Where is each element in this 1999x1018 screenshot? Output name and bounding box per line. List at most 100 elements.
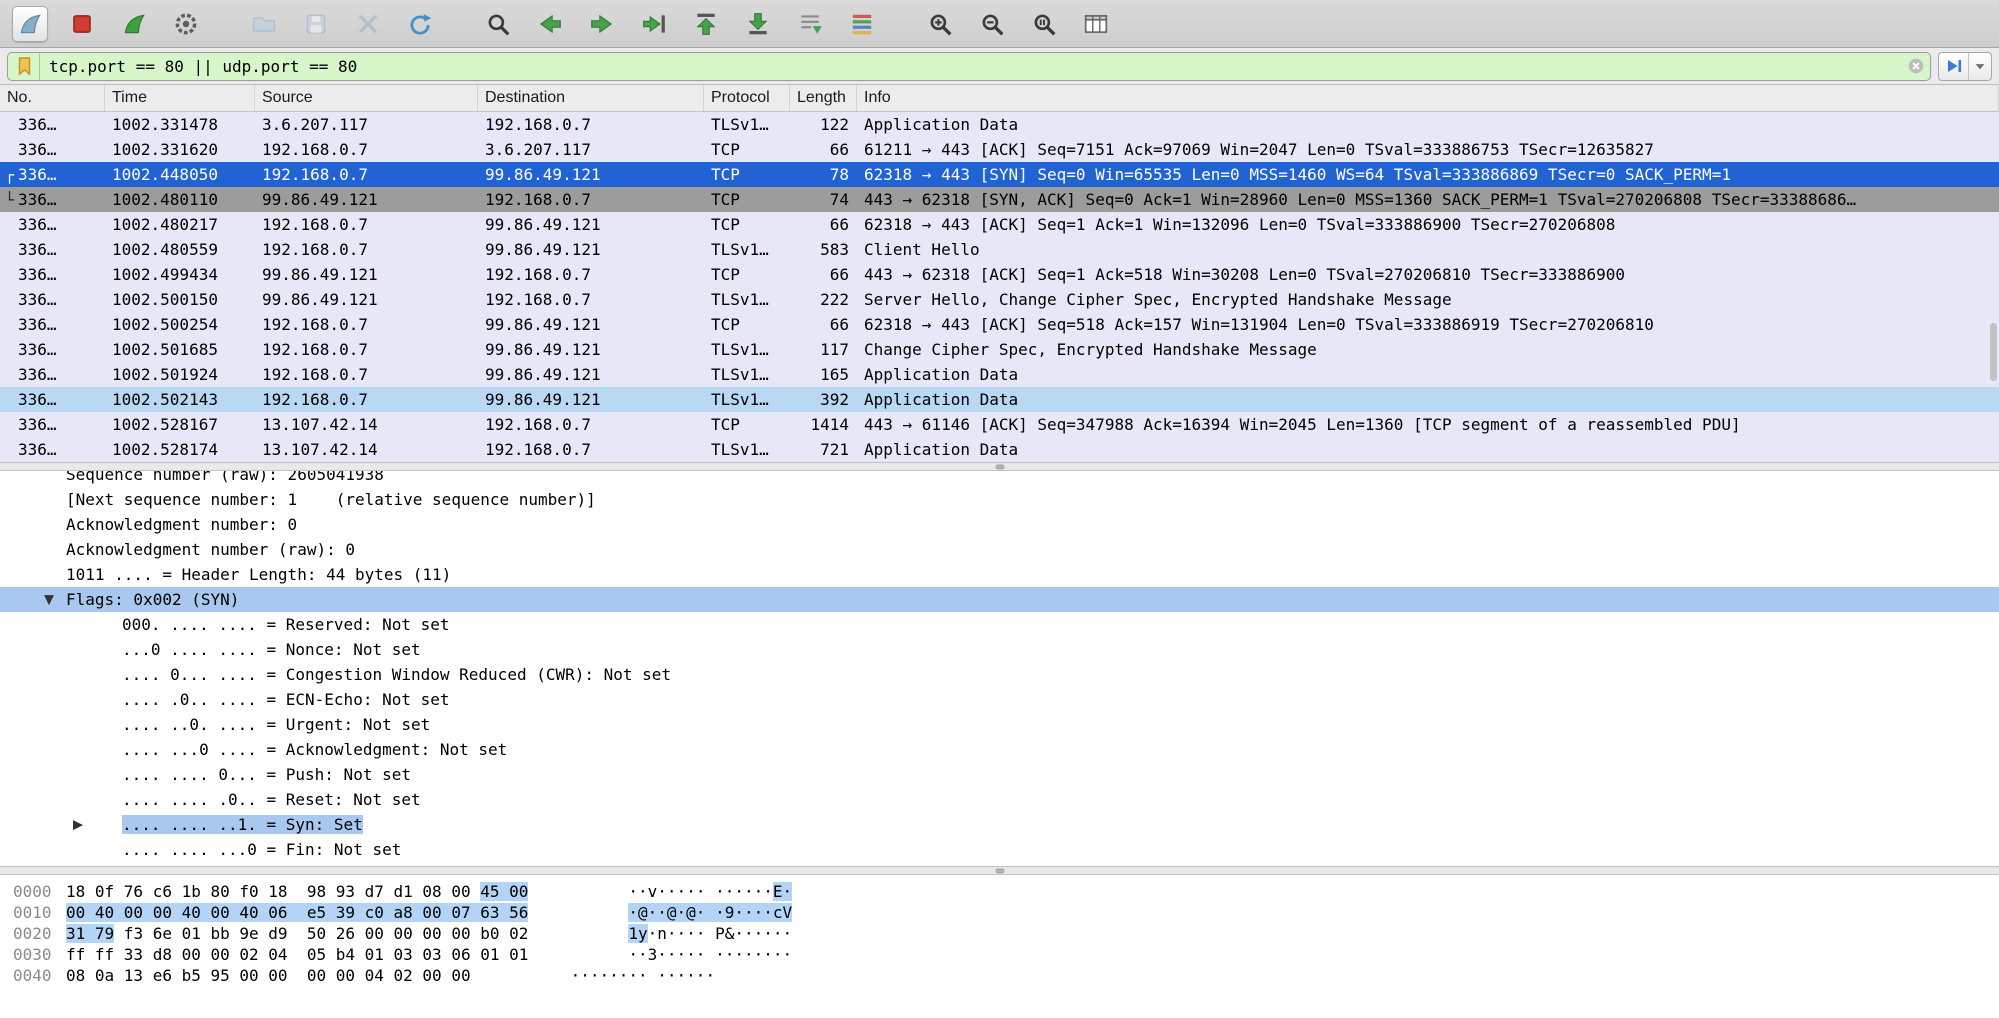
resize-columns-button[interactable] — [1078, 6, 1114, 42]
detail-line[interactable]: Sequence number (raw): 2605041938 — [0, 471, 1999, 487]
packet-list-scrollbar-thumb[interactable] — [1990, 323, 1997, 381]
cell-protocol: TLSv1… — [704, 437, 790, 462]
packet-row[interactable]: 336… 1002.331620 192.168.0.7 3.6.207.117… — [0, 137, 1999, 162]
reload-file-button[interactable] — [402, 6, 438, 42]
packet-row[interactable]: 336… 1002.528167 13.107.42.14 192.168.0.… — [0, 412, 1999, 437]
open-file-button[interactable] — [246, 6, 282, 42]
packet-row[interactable]: 336… 1002.331478 3.6.207.117 192.168.0.7… — [0, 112, 1999, 137]
detail-text: Acknowledgment number: 0 — [66, 515, 297, 534]
filter-clear-button[interactable] — [1902, 53, 1930, 80]
packet-row[interactable]: 336… 1002.502143 192.168.0.7 99.86.49.12… — [0, 387, 1999, 412]
column-header-protocol[interactable]: Protocol — [704, 85, 790, 111]
hex-row[interactable]: 000018 0f 76 c6 1b 80 f0 18 98 93 d7 d1 … — [0, 881, 1999, 902]
chevron-down-icon — [1972, 58, 1988, 74]
hex-row[interactable]: 002031 79 f3 6e 01 bb 9e d9 50 26 00 00 … — [0, 923, 1999, 944]
detail-text: .... .... ...0 = Fin: Not set — [122, 840, 401, 859]
detail-line[interactable]: ▶.... .... ..1. = Syn: Set — [0, 812, 1999, 837]
column-header-destination[interactable]: Destination — [478, 85, 704, 111]
zoom-out-button[interactable] — [974, 6, 1010, 42]
column-header-time[interactable]: Time — [105, 85, 255, 111]
packet-row[interactable]: 336… 1002.500254 192.168.0.7 99.86.49.12… — [0, 312, 1999, 337]
packet-row[interactable]: 336… 1002.480559 192.168.0.7 99.86.49.12… — [0, 237, 1999, 262]
restart-capture-button[interactable] — [116, 6, 152, 42]
details-bytes-splitter[interactable] — [0, 866, 1999, 875]
apply-arrow-icon — [1943, 55, 1965, 77]
go-to-packet-button[interactable] — [636, 6, 672, 42]
detail-line[interactable]: .... .... ...0 = Fin: Not set — [0, 837, 1999, 862]
column-header-no[interactable]: No. — [0, 85, 105, 111]
find-packet-button[interactable] — [480, 6, 516, 42]
hex-offset: 0040 — [0, 966, 66, 985]
cell-info: 443 → 61146 [ACK] Seq=347988 Ack=16394 W… — [857, 412, 1999, 437]
packet-row[interactable]: 336… 1002.501685 192.168.0.7 99.86.49.12… — [0, 337, 1999, 362]
cell-protocol: TCP — [704, 187, 790, 212]
expand-triangle-icon[interactable]: ▶ — [73, 818, 83, 831]
go-to-top-button[interactable] — [688, 6, 724, 42]
packet-row[interactable]: 336… 1002.528174 13.107.42.14 192.168.0.… — [0, 437, 1999, 462]
detail-line[interactable]: ...0 .... .... = Nonce: Not set — [0, 637, 1999, 662]
go-forward-button[interactable] — [584, 6, 620, 42]
column-header-info[interactable]: Info — [857, 85, 1999, 111]
zoom-reset-button[interactable] — [1026, 6, 1062, 42]
stop-capture-button[interactable] — [64, 6, 100, 42]
packet-row[interactable]: 336… 1002.480217 192.168.0.7 99.86.49.12… — [0, 212, 1999, 237]
detail-line[interactable]: .... .... 0... = Push: Not set — [0, 762, 1999, 787]
hex-offset: 0010 — [0, 903, 66, 922]
close-file-button[interactable] — [350, 6, 386, 42]
detail-line[interactable]: .... ...0 .... = Acknowledgment: Not set — [0, 737, 1999, 762]
filter-dropdown-button[interactable] — [1969, 53, 1991, 80]
collapse-triangle-icon[interactable]: ▼ — [44, 593, 54, 606]
detail-line[interactable]: .... .0.. .... = ECN-Echo: Not set — [0, 687, 1999, 712]
packet-row[interactable]: 336… 1002.500150 99.86.49.121 192.168.0.… — [0, 287, 1999, 312]
hex-row[interactable]: 0030ff ff 33 d8 00 00 02 04 05 b4 01 03 … — [0, 944, 1999, 965]
clear-circle-icon — [1906, 56, 1926, 76]
hex-row[interactable]: 001000 40 00 00 40 00 40 06 e5 39 c0 a8 … — [0, 902, 1999, 923]
list-details-splitter[interactable] — [0, 462, 1999, 471]
go-back-button[interactable] — [532, 6, 568, 42]
packet-row[interactable]: └336… 1002.480110 99.86.49.121 192.168.0… — [0, 187, 1999, 212]
detail-text: Sequence number (raw): 2605041938 — [66, 471, 384, 484]
cell-no-text: 336… — [18, 240, 57, 259]
filter-apply-button[interactable] — [1939, 53, 1969, 80]
display-filter-input[interactable] — [40, 57, 1902, 76]
restart-fin-icon — [121, 11, 147, 37]
hex-ascii: 1y·n···· P&······ — [628, 924, 792, 943]
detail-line[interactable]: [Next sequence number: 1 (relative seque… — [0, 487, 1999, 512]
display-filter-field[interactable] — [7, 52, 1931, 81]
cell-no: 336… — [0, 387, 105, 412]
shark-fin-icon — [17, 11, 43, 37]
cell-no-text: 336… — [18, 315, 57, 334]
cell-destination: 3.6.207.117 — [478, 137, 704, 162]
hex-row[interactable]: 004008 0a 13 e6 b5 95 00 00 00 00 04 02 … — [0, 965, 1999, 986]
detail-line[interactable]: 000. .... .... = Reserved: Not set — [0, 612, 1999, 637]
detail-line[interactable]: Acknowledgment number: 0 — [0, 512, 1999, 537]
detail-line[interactable]: .... ..0. .... = Urgent: Not set — [0, 712, 1999, 737]
filter-bookmark-button[interactable] — [8, 53, 40, 80]
navigate-toolbar-group — [480, 6, 880, 42]
packet-row[interactable]: ┌336… 1002.448050 192.168.0.7 99.86.49.1… — [0, 162, 1999, 187]
detail-line[interactable]: 1011 .... = Header Length: 44 bytes (11) — [0, 562, 1999, 587]
detail-line[interactable]: ▼Flags: 0x002 (SYN) — [0, 587, 1999, 612]
auto-scroll-button[interactable] — [792, 6, 828, 42]
cell-no-text: 336… — [18, 290, 57, 309]
zoom-reset-icon — [1031, 11, 1057, 37]
zoom-in-button[interactable] — [922, 6, 958, 42]
packet-row[interactable]: 336… 1002.501924 192.168.0.7 99.86.49.12… — [0, 362, 1999, 387]
start-capture-button[interactable] — [12, 6, 48, 42]
cell-source: 192.168.0.7 — [255, 237, 478, 262]
packet-row[interactable]: 336… 1002.499434 99.86.49.121 192.168.0.… — [0, 262, 1999, 287]
save-file-button[interactable] — [298, 6, 334, 42]
detail-line[interactable]: Acknowledgment number (raw): 0 — [0, 537, 1999, 562]
detail-text: .... .... .0.. = Reset: Not set — [122, 790, 421, 809]
capture-options-button[interactable] — [168, 6, 204, 42]
cell-no-text: 336… — [18, 115, 57, 134]
column-header-length[interactable]: Length — [790, 85, 857, 111]
hex-bytes: 31 79 f3 6e 01 bb 9e d9 50 26 00 00 00 0… — [66, 924, 528, 943]
bookmark-icon — [13, 55, 35, 77]
column-header-source[interactable]: Source — [255, 85, 478, 111]
detail-line[interactable]: .... 0... .... = Congestion Window Reduc… — [0, 662, 1999, 687]
cell-destination: 99.86.49.121 — [478, 312, 704, 337]
go-to-bottom-button[interactable] — [740, 6, 776, 42]
detail-line[interactable]: .... .... .0.. = Reset: Not set — [0, 787, 1999, 812]
colorize-button[interactable] — [844, 6, 880, 42]
